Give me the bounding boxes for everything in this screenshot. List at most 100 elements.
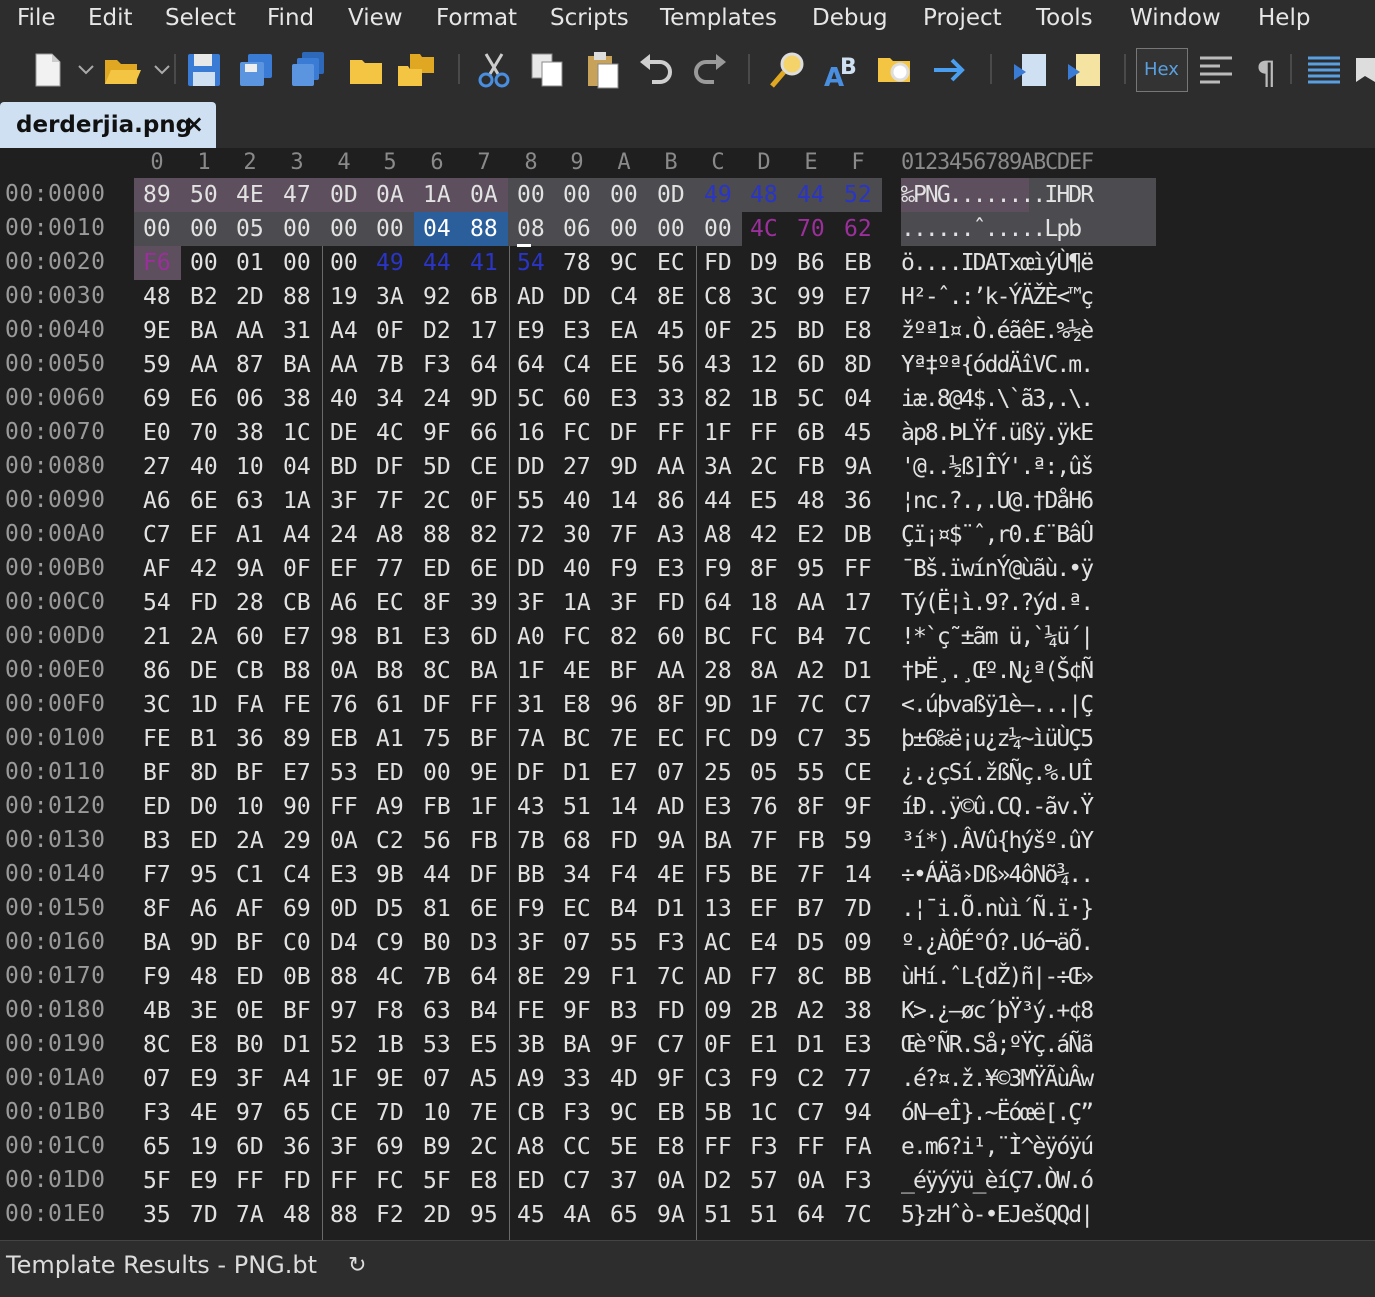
hex-byte[interactable]: 8C bbox=[134, 1028, 181, 1062]
hex-byte[interactable]: FB bbox=[461, 824, 508, 858]
hex-byte[interactable]: 49 bbox=[367, 246, 414, 280]
menu-select[interactable]: Select bbox=[165, 4, 236, 32]
hex-byte[interactable]: 1A bbox=[554, 586, 601, 620]
hex-byte[interactable]: E1 bbox=[741, 1028, 788, 1062]
hex-byte[interactable]: 24 bbox=[414, 382, 461, 416]
hex-byte[interactable]: 14 bbox=[835, 858, 882, 892]
hex-byte[interactable]: C7 bbox=[554, 1164, 601, 1198]
hex-byte[interactable]: F3 bbox=[835, 1164, 882, 1198]
hex-byte[interactable]: DD bbox=[508, 552, 555, 586]
hex-editor[interactable]: 0123456789ABCDEF 0123456789ABCDEF 00:000… bbox=[0, 148, 1375, 1240]
hex-byte[interactable]: 50 bbox=[181, 178, 228, 212]
hex-byte[interactable]: 49 bbox=[695, 178, 742, 212]
hex-byte[interactable]: AA bbox=[648, 450, 695, 484]
hex-byte[interactable]: D1 bbox=[274, 1028, 321, 1062]
hex-byte[interactable]: FE bbox=[274, 688, 321, 722]
hex-byte[interactable]: 0A bbox=[648, 1164, 695, 1198]
hex-byte[interactable]: 3A bbox=[695, 450, 742, 484]
hex-byte[interactable]: 8E bbox=[648, 280, 695, 314]
hex-byte[interactable]: 2A bbox=[181, 620, 228, 654]
find-in-files-icon[interactable] bbox=[876, 50, 916, 90]
hex-byte[interactable]: 5F bbox=[134, 1164, 181, 1198]
hex-byte[interactable]: BA bbox=[554, 1028, 601, 1062]
hex-byte[interactable]: FA bbox=[835, 1130, 882, 1164]
hex-byte[interactable]: 4C bbox=[367, 416, 414, 450]
hex-byte[interactable]: A8 bbox=[508, 1130, 555, 1164]
refresh-icon[interactable]: ↻ bbox=[348, 1253, 366, 1278]
hex-byte[interactable]: B6 bbox=[788, 246, 835, 280]
hex-byte[interactable]: 88 bbox=[461, 212, 508, 246]
hex-byte[interactable]: 33 bbox=[648, 382, 695, 416]
hex-byte[interactable]: BC bbox=[695, 620, 742, 654]
hex-byte[interactable]: 38 bbox=[274, 382, 321, 416]
hex-byte[interactable]: 9A bbox=[835, 450, 882, 484]
hex-byte[interactable]: FB bbox=[414, 790, 461, 824]
hex-byte[interactable]: F2 bbox=[367, 1198, 414, 1232]
hex-byte[interactable]: 60 bbox=[554, 382, 601, 416]
hex-byte[interactable]: FF bbox=[461, 688, 508, 722]
hex-byte[interactable]: 98 bbox=[321, 620, 368, 654]
hex-byte[interactable]: D3 bbox=[461, 926, 508, 960]
hex-byte[interactable]: 8F bbox=[648, 688, 695, 722]
hex-byte[interactable]: BA bbox=[274, 348, 321, 382]
hex-byte[interactable]: EC bbox=[367, 586, 414, 620]
hex-byte[interactable]: E9 bbox=[181, 1062, 228, 1096]
hex-byte[interactable]: 4E bbox=[227, 178, 274, 212]
hex-byte[interactable]: F7 bbox=[134, 858, 181, 892]
hex-byte[interactable]: FF bbox=[788, 1130, 835, 1164]
hex-byte[interactable]: 97 bbox=[321, 994, 368, 1028]
hex-byte[interactable]: 01 bbox=[227, 246, 274, 280]
hex-byte[interactable]: FB bbox=[788, 824, 835, 858]
hex-byte[interactable]: A1 bbox=[227, 518, 274, 552]
bookmark-icon[interactable] bbox=[1352, 50, 1375, 90]
hex-byte[interactable]: 9C bbox=[601, 246, 648, 280]
replace-icon[interactable]: AB bbox=[822, 50, 862, 93]
hex-byte[interactable]: 52 bbox=[835, 178, 882, 212]
ascii-text[interactable]: þ±6‰ë¡u¿z¼~ìüÙÇ5 bbox=[901, 722, 1156, 756]
hex-byte[interactable]: C7 bbox=[788, 722, 835, 756]
hex-byte[interactable]: 0A bbox=[788, 1164, 835, 1198]
hex-byte[interactable]: A4 bbox=[274, 1062, 321, 1096]
hex-byte[interactable]: 37 bbox=[601, 1164, 648, 1198]
hex-byte[interactable]: 8E bbox=[508, 960, 555, 994]
hex-byte[interactable]: E3 bbox=[835, 1028, 882, 1062]
run-template-icon[interactable] bbox=[1066, 50, 1106, 90]
hex-byte[interactable]: 7C bbox=[835, 620, 882, 654]
hex-byte[interactable]: 5B bbox=[695, 1096, 742, 1130]
ascii-text[interactable]: ³í*).ÂVû{hýšº.ûY bbox=[901, 824, 1156, 858]
hex-byte[interactable]: 00 bbox=[181, 212, 228, 246]
hex-byte[interactable]: A4 bbox=[274, 518, 321, 552]
hex-byte[interactable]: 89 bbox=[134, 178, 181, 212]
hex-byte[interactable]: DB bbox=[835, 518, 882, 552]
hex-byte[interactable]: 81 bbox=[414, 892, 461, 926]
hex-byte[interactable]: 0F bbox=[461, 484, 508, 518]
hex-byte[interactable]: 04 bbox=[414, 212, 461, 246]
hex-byte[interactable]: 70 bbox=[181, 416, 228, 450]
hex-byte[interactable]: 51 bbox=[554, 790, 601, 824]
hex-byte[interactable]: B0 bbox=[227, 1028, 274, 1062]
hex-byte[interactable]: AD bbox=[648, 790, 695, 824]
hex-byte[interactable]: 82 bbox=[461, 518, 508, 552]
hex-byte[interactable]: 30 bbox=[554, 518, 601, 552]
hex-byte[interactable]: 95 bbox=[181, 858, 228, 892]
hex-byte[interactable]: DE bbox=[181, 654, 228, 688]
hex-byte[interactable]: F5 bbox=[695, 858, 742, 892]
hex-byte[interactable]: 33 bbox=[554, 1062, 601, 1096]
hex-byte[interactable]: DD bbox=[508, 450, 555, 484]
hex-byte[interactable]: E2 bbox=[788, 518, 835, 552]
hex-byte[interactable]: 00 bbox=[274, 212, 321, 246]
hex-byte[interactable]: C2 bbox=[367, 824, 414, 858]
hex-byte[interactable]: FB bbox=[788, 450, 835, 484]
hex-byte[interactable]: 1F bbox=[461, 790, 508, 824]
hex-byte[interactable]: 65 bbox=[274, 1096, 321, 1130]
hex-byte[interactable]: DF bbox=[601, 416, 648, 450]
hex-byte[interactable]: BD bbox=[321, 450, 368, 484]
hex-byte[interactable]: 3F bbox=[601, 586, 648, 620]
hex-byte[interactable]: B9 bbox=[414, 1130, 461, 1164]
hex-byte[interactable]: 82 bbox=[695, 382, 742, 416]
hex-byte[interactable]: 45 bbox=[508, 1198, 555, 1232]
hex-byte[interactable]: 4E bbox=[181, 1096, 228, 1130]
hex-byte[interactable]: EC bbox=[648, 246, 695, 280]
hex-byte[interactable]: 1A bbox=[274, 484, 321, 518]
hex-byte[interactable]: BB bbox=[508, 858, 555, 892]
